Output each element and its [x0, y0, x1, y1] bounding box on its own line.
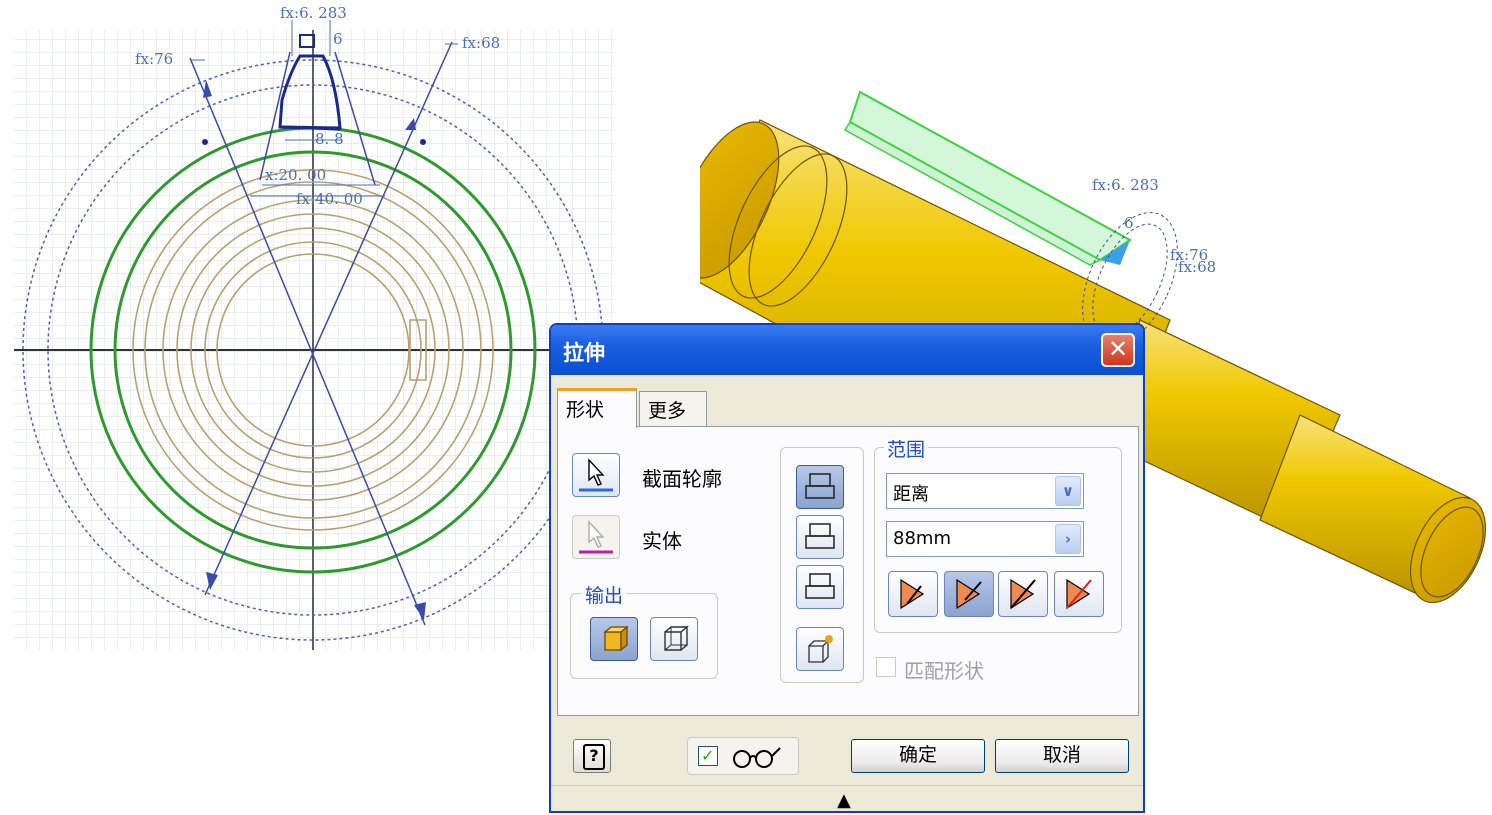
- model-dim-6[interactable]: 6: [1124, 214, 1134, 232]
- dim-6[interactable]: 6: [333, 30, 343, 48]
- symmetric-button[interactable]: [998, 571, 1048, 617]
- glasses-icon: [733, 747, 781, 768]
- output-solid-button[interactable]: [590, 617, 638, 661]
- help-button[interactable]: ?: [573, 739, 611, 773]
- solid-select-button[interactable]: [572, 515, 620, 559]
- output-group-title: 输出: [582, 581, 627, 608]
- distance-input[interactable]: 88mm ›: [886, 521, 1084, 557]
- dim-fx-68[interactable]: fx:68: [462, 34, 500, 52]
- extrude-dialog: 拉伸 ✕ 形状 更多 截面轮廓 实体 输出 范围 距离 ∨ 88mm › 匹配形…: [549, 323, 1145, 813]
- dim-8-8[interactable]: 8. 8: [315, 130, 344, 148]
- dim-fx-76[interactable]: fx:76: [135, 50, 173, 68]
- shape-tab-panel: 截面轮廓 实体 输出 范围 距离 ∨ 88mm › 匹配形状: [557, 426, 1139, 716]
- extents-type-select[interactable]: 距离 ∨: [886, 473, 1084, 509]
- join-button[interactable]: [796, 465, 844, 509]
- new-solid-button[interactable]: [796, 627, 844, 671]
- cursor-arrow-icon: [579, 520, 613, 554]
- preview-checkbox[interactable]: ✓: [698, 746, 718, 766]
- checkmark-icon: ✓: [701, 746, 715, 765]
- dim-fx-40[interactable]: fx:40. 00: [296, 190, 363, 208]
- chevron-right-icon[interactable]: ›: [1055, 524, 1081, 554]
- intersect-icon: [805, 573, 835, 599]
- cut-button[interactable]: [796, 515, 844, 559]
- tab-shape[interactable]: 形状: [557, 388, 637, 428]
- help-icon: ?: [583, 744, 605, 770]
- profile-select-button[interactable]: [572, 453, 620, 497]
- close-icon: ✕: [1107, 335, 1129, 363]
- dim-x-20[interactable]: x:20. 00: [265, 166, 326, 184]
- cancel-button-label: 取消: [1042, 744, 1081, 766]
- join-icon: [805, 473, 835, 499]
- solid-cube-icon: [603, 625, 629, 652]
- dialog-title: 拉伸: [563, 341, 605, 365]
- match-shape-label: 匹配形状: [904, 659, 984, 683]
- model-dim-fx-6283[interactable]: fx:6. 283: [1092, 176, 1159, 194]
- tab-more-label: 更多: [648, 400, 687, 422]
- close-button[interactable]: ✕: [1101, 333, 1135, 367]
- direction-2-icon: [956, 578, 982, 610]
- tab-shape-label: 形状: [566, 399, 605, 421]
- intersect-button[interactable]: [796, 565, 844, 609]
- extents-type-value: 距离: [893, 484, 929, 505]
- cancel-button[interactable]: 取消: [995, 739, 1129, 773]
- output-surface-button[interactable]: [650, 617, 698, 661]
- dim-fx-6283[interactable]: fx:6. 283: [280, 4, 347, 22]
- dialog-titlebar[interactable]: 拉伸 ✕: [551, 325, 1143, 375]
- direction-1-button[interactable]: [888, 571, 938, 617]
- symmetric-icon: [1010, 578, 1036, 610]
- new-solid-icon: [808, 635, 833, 663]
- asymmetric-icon: [1066, 578, 1092, 610]
- extents-group-title: 范围: [884, 435, 929, 462]
- sketch-canvas[interactable]: fx:6. 283 fx:76 fx:68 6 8. 8 x:20. 00 fx…: [0, 0, 620, 660]
- profile-label: 截面轮廓: [642, 467, 722, 491]
- ok-button[interactable]: 确定: [851, 739, 985, 773]
- surface-cube-icon: [664, 625, 689, 651]
- direction-1-icon: [900, 578, 925, 610]
- profile-base-line: [279, 125, 341, 131]
- chevron-down-icon[interactable]: ∨: [1055, 476, 1081, 506]
- model-dim-fx-68[interactable]: fx:68: [1178, 258, 1216, 276]
- expand-arrow-icon[interactable]: ▲: [837, 790, 851, 811]
- preview-toggle[interactable]: ✓: [687, 737, 799, 775]
- ok-button-label: 确定: [898, 744, 937, 766]
- sketch-grid: [14, 30, 614, 650]
- solid-label: 实体: [642, 529, 682, 553]
- cursor-arrow-icon: [579, 458, 613, 492]
- dialog-footer: ▲: [551, 785, 1143, 811]
- cut-icon: [805, 523, 835, 549]
- direction-2-button[interactable]: [944, 571, 994, 617]
- match-shape-checkbox[interactable]: [876, 657, 896, 677]
- distance-value: 88mm: [893, 528, 951, 549]
- asymmetric-button[interactable]: [1054, 571, 1104, 617]
- tab-more[interactable]: 更多: [639, 391, 707, 427]
